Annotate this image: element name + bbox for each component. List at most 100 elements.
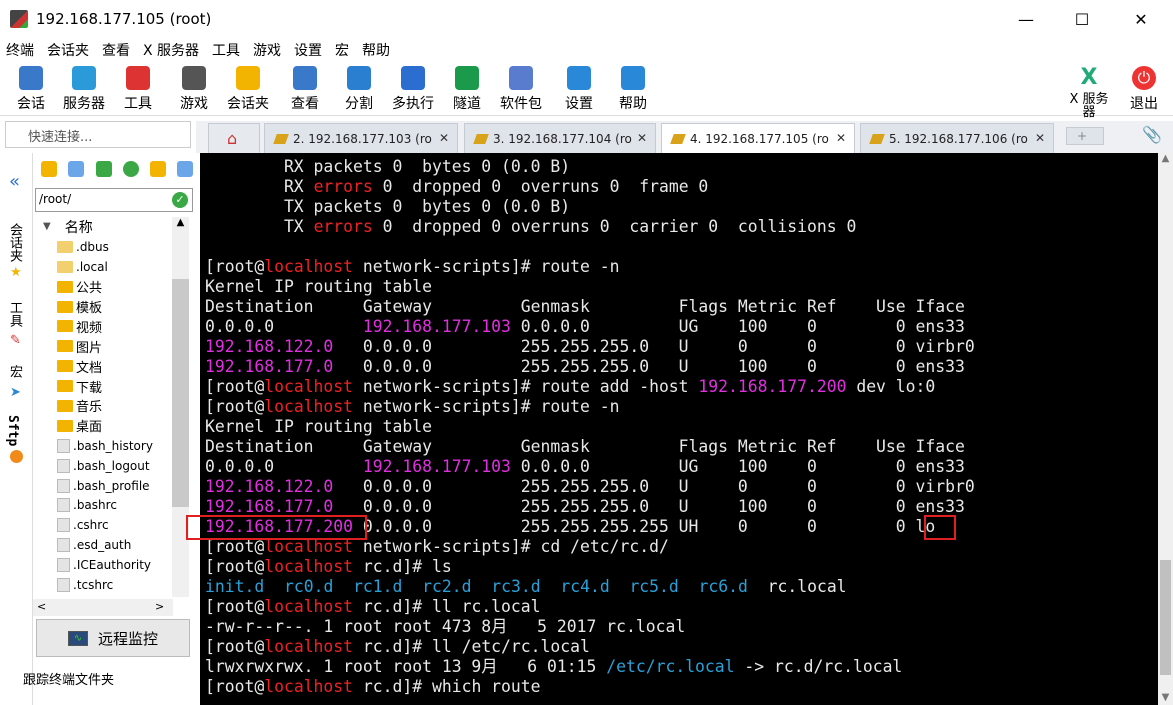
file-item[interactable]: .ICEauthority <box>33 555 178 575</box>
download-icon[interactable] <box>68 161 84 177</box>
file-name: .bash_history <box>73 438 153 453</box>
side-tab-macros[interactable]: 宏 <box>5 365 24 378</box>
follow-terminal-folder-checkbox[interactable]: 跟踪终端文件夹 <box>23 669 124 688</box>
upload-icon[interactable] <box>96 161 112 177</box>
file-item[interactable]: 图片 <box>33 336 178 356</box>
path-input[interactable]: /root/ ✓ <box>35 188 193 212</box>
menu-5[interactable]: 游戏 <box>253 40 281 60</box>
confirm-path-icon[interactable]: ✓ <box>172 192 188 208</box>
toolbar-button-9[interactable]: 软件包 <box>495 66 547 113</box>
file-item[interactable]: .bashrc <box>33 495 178 515</box>
home-tab[interactable]: ⌂ <box>208 123 260 153</box>
xserver-button[interactable]: X X 服务 器 <box>1063 66 1115 120</box>
toolbar-button-6[interactable]: 分割 <box>333 66 385 113</box>
close-tab-icon[interactable]: ✕ <box>637 131 647 145</box>
file-name: 图片 <box>76 340 103 356</box>
file-item[interactable]: 公共 <box>33 277 178 297</box>
file-item[interactable]: 视频 <box>33 316 178 336</box>
file-hscrollbar[interactable]: < > <box>33 599 173 616</box>
side-tab-sftp[interactable]: Sftp <box>5 415 20 446</box>
tab-session-3[interactable]: 3. 192.168.177.104 (ro ✕ <box>464 123 656 153</box>
menu-3[interactable]: X 服务器 <box>143 40 199 60</box>
toolbar-button-8[interactable]: 隧道 <box>441 66 493 113</box>
file-name: .cshrc <box>73 518 109 533</box>
menu-0[interactable]: 终端 <box>6 40 34 60</box>
file-item[interactable]: .bash_history <box>33 436 178 456</box>
terminal-output[interactable]: RX packets 0 bytes 0 (0.0 B) RX errors 0… <box>200 153 1158 705</box>
menu-1[interactable]: 会话夹 <box>47 40 89 60</box>
terminal-line: Destination Gateway Genmask Flags Metric… <box>205 297 965 317</box>
menu-8[interactable]: 帮助 <box>362 40 390 60</box>
xserver-label: X 服务 器 <box>1069 92 1109 120</box>
toolbar-button-4[interactable]: 会话夹 <box>222 66 274 113</box>
side-tab-tools[interactable]: 工具 <box>5 301 24 327</box>
file-item[interactable]: .local <box>33 257 178 277</box>
file-item[interactable]: .tcshrc <box>33 575 178 595</box>
tab-session-2[interactable]: 2. 192.168.177.103 (ro ✕ <box>264 123 458 153</box>
attach-icon[interactable]: 📎 <box>1142 125 1162 144</box>
file-item[interactable]: 文档 <box>33 356 178 376</box>
toolbar-button-1[interactable]: 服务器 <box>58 66 110 113</box>
close-tab-icon[interactable]: ✕ <box>836 131 846 145</box>
toolbar-button-3[interactable]: 游戏 <box>168 66 220 113</box>
terminal-text: 0.0.0.0 255.255.255.0 U 0 0 0 virbr0 <box>333 337 975 356</box>
toolbar-button-5[interactable]: 查看 <box>279 66 331 113</box>
terminal-text: /etc/rc.local <box>606 657 735 676</box>
menu-4[interactable]: 工具 <box>212 40 240 60</box>
file-item[interactable]: 桌面 <box>33 416 178 436</box>
terminal-line: Destination Gateway Genmask Flags Metric… <box>205 437 965 457</box>
file-item[interactable]: .cshrc <box>33 515 178 535</box>
remote-monitor-button[interactable]: ∿ 远程监控 <box>36 619 190 657</box>
menu-6[interactable]: 设置 <box>294 40 322 60</box>
file-item[interactable]: .dbus <box>33 237 178 257</box>
menu-7[interactable]: 宏 <box>335 40 349 60</box>
toolbar-button-0[interactable]: 会话 <box>5 66 57 113</box>
new-folder-icon[interactable] <box>150 161 166 177</box>
close-button[interactable]: ✕ <box>1118 0 1164 38</box>
toolbar-button-11[interactable]: 帮助 <box>607 66 659 113</box>
file-item[interactable]: 下载 <box>33 376 178 396</box>
tab-session-5[interactable]: 5. 192.168.177.106 (ro ✕ <box>860 123 1054 153</box>
file-icon <box>57 498 70 513</box>
toolbar-button-2[interactable]: 工具 <box>112 66 164 113</box>
terminal-text: localhost <box>264 377 354 396</box>
minimize-button[interactable]: — <box>1003 0 1049 38</box>
star-icon <box>236 66 260 90</box>
new-tab-button[interactable]: + <box>1066 127 1104 145</box>
collapse-icon[interactable]: « <box>9 171 20 192</box>
tree-header[interactable]: ▼ 名称 <box>33 217 178 237</box>
toolbar-label: 分割 <box>345 96 373 112</box>
file-name: 文档 <box>76 360 103 376</box>
toolbar-label: 多执行 <box>392 96 434 112</box>
multiexec-icon <box>401 66 425 90</box>
close-tab-icon[interactable]: ✕ <box>439 131 449 145</box>
terminal-scroll-thumb[interactable] <box>1160 560 1171 675</box>
file-item[interactable]: 音乐 <box>33 396 178 416</box>
file-name: .esd_auth <box>73 538 132 553</box>
file-item[interactable]: .esd_auth <box>33 535 178 555</box>
folder-up-icon[interactable] <box>41 161 57 177</box>
tab-session-4[interactable]: 4. 192.168.177.105 (ro ✕ <box>661 123 855 153</box>
new-file-icon[interactable] <box>177 161 193 177</box>
terminal-line: TX errors 0 dropped 0 overruns 0 carrier… <box>205 217 856 237</box>
file-item[interactable]: .bash_logout <box>33 456 178 476</box>
exit-button[interactable]: ⏻ 退出 <box>1118 66 1170 113</box>
file-item[interactable]: .bash_profile <box>33 476 178 496</box>
view-icon <box>293 66 317 90</box>
terminal-line: RX packets 0 bytes 0 (0.0 B) <box>205 157 570 177</box>
terminal-line: init.d rc0.d rc1.d rc2.d rc3.d rc4.d rc5… <box>205 577 847 597</box>
terminal-line: [root@localhost rc.d]# ll /etc/rc.local <box>205 637 590 657</box>
file-tree: ▼ 名称 .dbus .local 公共 模板 视频图片文档 下载 音乐 桌面 .bash_his… <box>33 217 178 597</box>
close-tab-icon[interactable]: ✕ <box>1035 131 1045 145</box>
menu-2[interactable]: 查看 <box>102 40 130 60</box>
refresh-icon[interactable] <box>123 161 139 177</box>
file-vscroll-thumb[interactable] <box>172 279 189 507</box>
toolbar-button-10[interactable]: 设置 <box>553 66 605 113</box>
toolbar-label: 查看 <box>291 96 319 112</box>
file-item[interactable]: 模板 <box>33 297 178 317</box>
quick-connect-input[interactable]: 快速连接... <box>5 121 191 148</box>
maximize-button[interactable]: ☐ <box>1059 0 1105 38</box>
toolbar-button-7[interactable]: 多执行 <box>387 66 439 113</box>
side-tab-sessions[interactable]: 会话夹 <box>5 223 24 262</box>
